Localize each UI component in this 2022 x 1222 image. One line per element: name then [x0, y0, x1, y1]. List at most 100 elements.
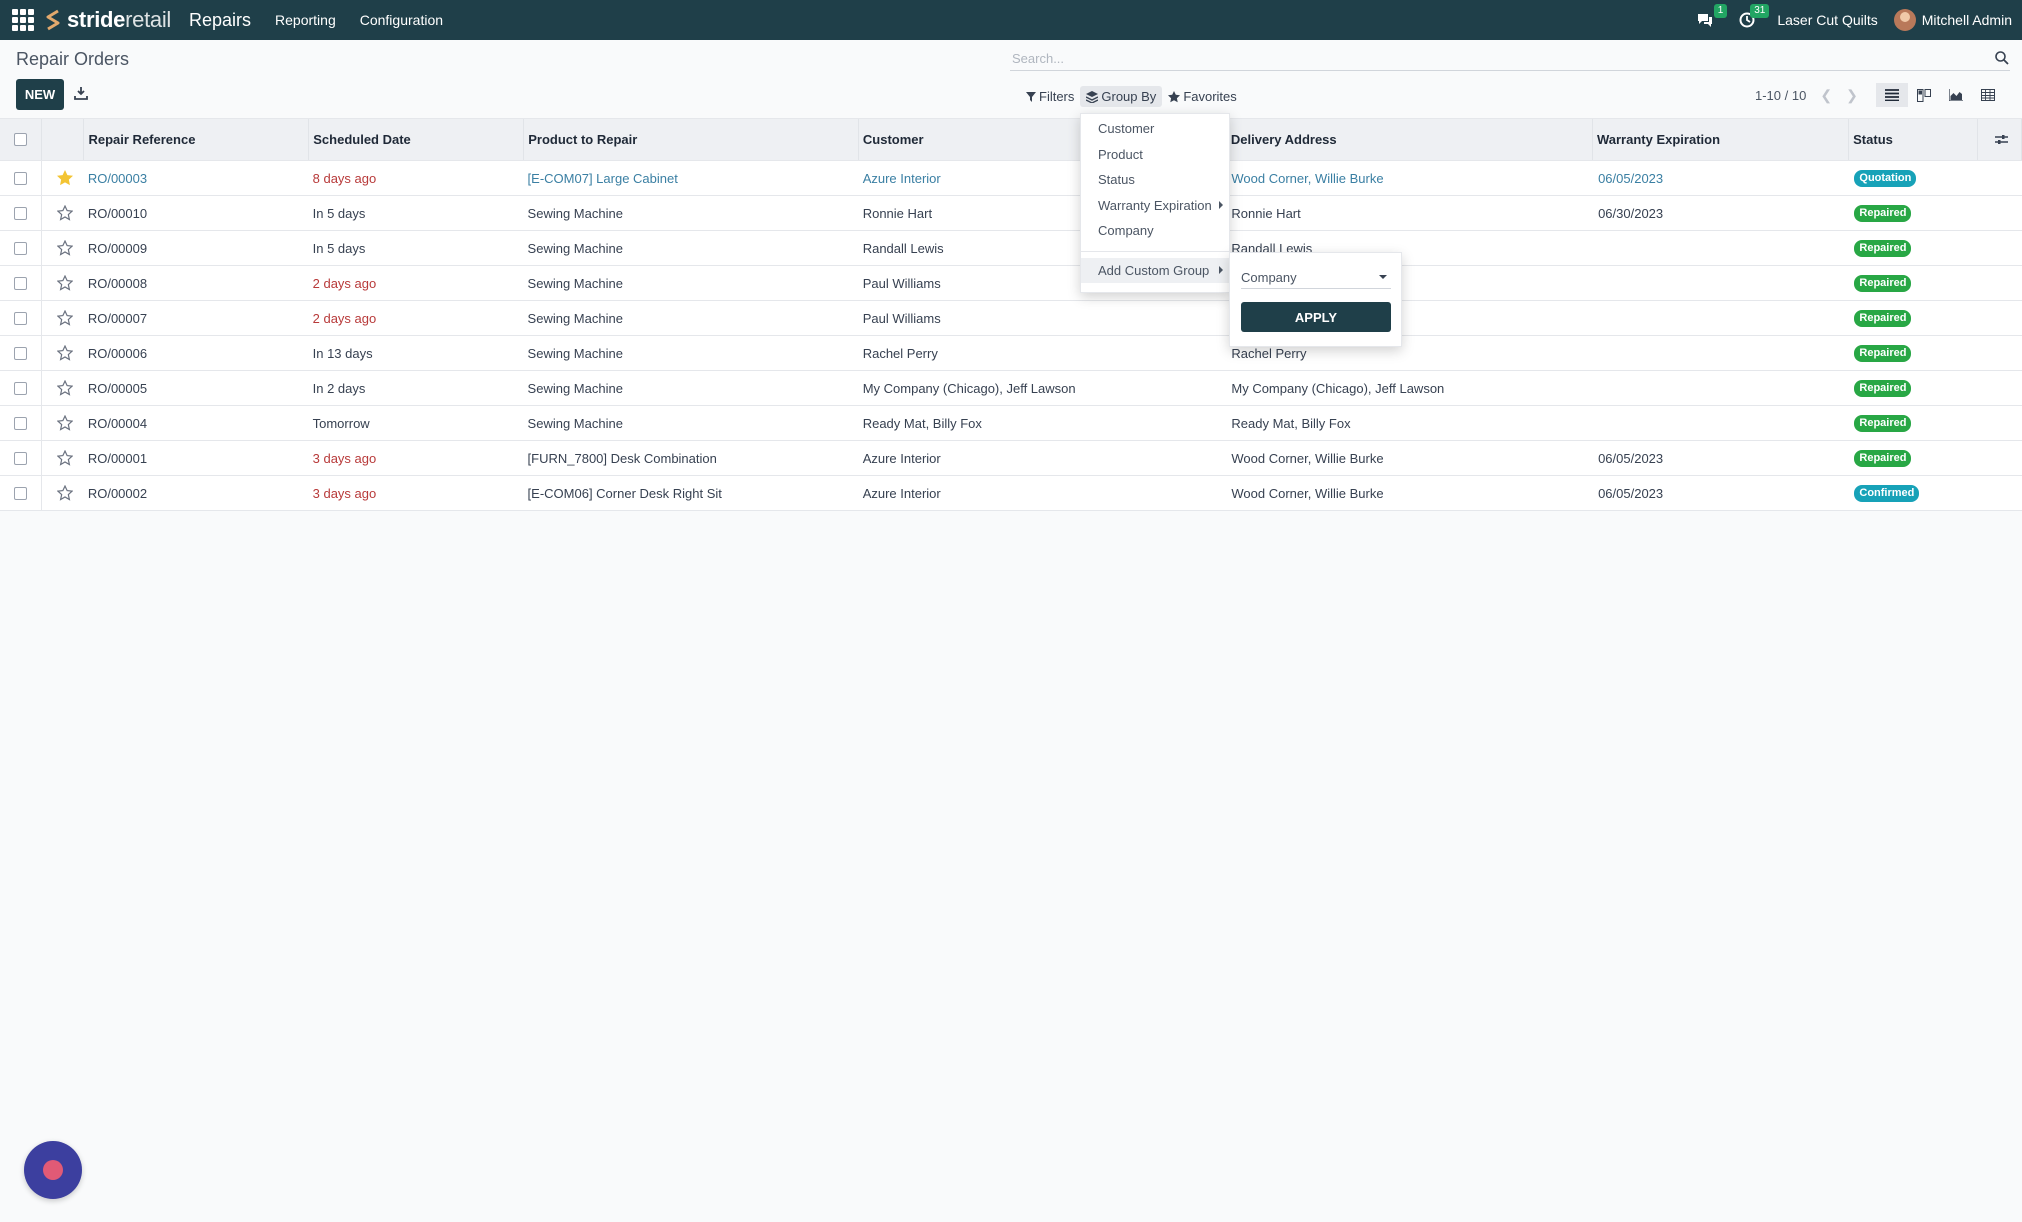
custom-group-select[interactable]: Company [1241, 266, 1391, 289]
table-row[interactable]: RO/00008 2 days ago Sewing Machine Paul Wil… [0, 266, 2022, 301]
groupby-warranty-expiration[interactable]: Warranty Expiration [1081, 193, 1229, 219]
table-row[interactable]: RO/00007 2 days ago Sewing Machine Paul Wil… [0, 301, 2022, 336]
cell-delivery-address: My Company (Chicago), Jeff Lawson [1231, 380, 1445, 396]
favorites-button[interactable]: Favorites [1162, 86, 1242, 107]
star-outline-icon[interactable] [57, 310, 74, 326]
star-outline-icon[interactable] [57, 240, 74, 256]
user-menu[interactable]: Mitchell Admin [1893, 9, 2012, 31]
download-icon[interactable] [74, 86, 88, 100]
header-product[interactable]: Product to Repair [524, 119, 859, 160]
row-checkbox[interactable] [14, 451, 28, 465]
group-by-button[interactable]: Group By [1080, 86, 1163, 107]
groupby-product[interactable]: Product [1081, 142, 1229, 168]
graph-view-button[interactable] [1940, 83, 1972, 107]
search-input[interactable] [1010, 49, 1994, 67]
groupby-status[interactable]: Status [1081, 167, 1229, 193]
row-checkbox[interactable] [14, 416, 28, 430]
top-navbar: strideretail Repairs Reporting Configura… [0, 0, 2022, 40]
apply-button[interactable]: APPLY [1241, 302, 1391, 332]
cell-scheduled-date: In 5 days [312, 240, 366, 256]
table-row[interactable]: RO/00006 In 13 days Sewing Machine Rachel P… [0, 336, 2022, 371]
row-checkbox[interactable] [14, 381, 28, 395]
filters-label: Filters [1039, 89, 1075, 104]
header-scheduled-date[interactable]: Scheduled Date [309, 119, 525, 160]
star-filled-icon[interactable] [57, 170, 74, 186]
cell-warranty-expiration: 06/30/2023 [1598, 205, 1664, 221]
cell-product: [E-COM07] Large Cabinet [527, 170, 678, 186]
header-repair-reference[interactable]: Repair Reference [84, 119, 310, 160]
star-outline-icon[interactable] [57, 485, 74, 501]
optional-columns-toggle[interactable] [1978, 119, 2022, 160]
groupby-customer[interactable]: Customer [1081, 116, 1229, 142]
brand-logo[interactable]: strideretail [43, 7, 171, 33]
table-row[interactable]: RO/00001 3 days ago [FURN_7800] Desk Combi… [0, 441, 2022, 476]
pager-value[interactable]: 1-10 / 10 [1755, 88, 1806, 103]
star-outline-icon[interactable] [57, 450, 74, 466]
cell-warranty-expiration: 06/05/2023 [1598, 450, 1664, 466]
table-row[interactable]: RO/00004 Tomorrow Sewing Machine Ready Mat,… [0, 406, 2022, 441]
cell-scheduled-date: Tomorrow [312, 415, 370, 431]
pager-next-icon[interactable]: ❯ [1846, 87, 1858, 104]
row-select-cell [0, 196, 43, 230]
groupby-company[interactable]: Company [1081, 218, 1229, 244]
row-select-cell [0, 406, 43, 440]
add-custom-group[interactable]: Add Custom Group [1081, 257, 1229, 283]
filters-button[interactable]: Filters [1020, 86, 1080, 107]
table-row[interactable]: RO/00010 In 5 days Sewing Machine Ronnie Ha… [0, 196, 2022, 231]
page-title: Repair Orders [16, 49, 130, 69]
row-priority [42, 275, 83, 291]
cell-warranty-expiration: 06/05/2023 [1598, 170, 1664, 186]
kanban-view-button[interactable] [1908, 83, 1940, 107]
cell-customer: My Company (Chicago), Jeff Lawson [862, 380, 1076, 396]
row-checkbox[interactable] [14, 276, 28, 290]
cell-repair-reference: RO/00009 [87, 240, 148, 256]
cell-status: Repaired [1850, 379, 1978, 397]
assistant-bubble[interactable] [24, 1141, 82, 1199]
menu-reporting[interactable]: Reporting [275, 12, 336, 28]
star-outline-icon[interactable] [57, 345, 74, 361]
dropdown-divider [1081, 250, 1229, 252]
app-name[interactable]: Repairs [189, 10, 251, 31]
messages-button[interactable]: 1 [1693, 4, 1728, 32]
search-icon[interactable] [1994, 50, 2010, 66]
row-checkbox[interactable] [14, 206, 28, 220]
star-outline-icon[interactable] [57, 275, 74, 291]
star-outline-icon[interactable] [57, 415, 74, 431]
row-select-cell [0, 476, 43, 510]
table-row[interactable]: RO/00003 8 days ago [E-COM07] Large Cabine… [0, 161, 2022, 196]
company-switcher[interactable]: Laser Cut Quilts [1777, 12, 1877, 28]
avatar [1893, 9, 1916, 31]
cell-product: Sewing Machine [527, 415, 623, 431]
header-warranty-expiration[interactable]: Warranty Expiration [1593, 119, 1850, 160]
pivot-view-button[interactable] [1972, 83, 2004, 107]
table-row[interactable]: RO/00009 In 5 days Sewing Machine Randall L… [0, 231, 2022, 266]
list-view-button[interactable] [1876, 83, 1908, 107]
star-outline-icon[interactable] [57, 205, 74, 221]
row-checkbox[interactable] [14, 311, 28, 325]
row-checkbox[interactable] [14, 346, 28, 360]
pager-previous-icon[interactable]: ❮ [1820, 87, 1832, 104]
activities-button[interactable]: 31 [1735, 4, 1770, 32]
area-chart-icon [1949, 89, 1963, 101]
row-checkbox[interactable] [14, 486, 28, 500]
table-row[interactable]: RO/00005 In 2 days Sewing Machine My Compan… [0, 371, 2022, 406]
status-badge: Quotation [1854, 170, 1917, 187]
row-select-cell [0, 441, 43, 475]
cell-status: Repaired [1850, 309, 1978, 327]
header-status[interactable]: Status [1849, 119, 1978, 160]
header-delivery-address[interactable]: Delivery Address [1227, 119, 1593, 160]
cell-delivery-address: Rachel Perry [1231, 345, 1307, 361]
cell-delivery-address: Wood Corner, Willie Burke [1231, 170, 1384, 186]
star-outline-icon[interactable] [57, 380, 74, 396]
new-button[interactable]: NEW [16, 79, 64, 110]
select-all-checkbox[interactable] [14, 133, 28, 146]
menu-configuration[interactable]: Configuration [360, 12, 443, 28]
apps-grid-icon[interactable] [12, 9, 34, 31]
cell-warranty-expiration: 06/05/2023 [1598, 485, 1664, 501]
table-row[interactable]: RO/00002 3 days ago [E-COM06] Corner Desk … [0, 476, 2022, 511]
row-checkbox[interactable] [14, 171, 28, 185]
cell-status: Repaired [1850, 414, 1978, 432]
cell-product: Sewing Machine [527, 205, 623, 221]
row-checkbox[interactable] [14, 241, 28, 255]
cell-product: Sewing Machine [527, 275, 623, 291]
